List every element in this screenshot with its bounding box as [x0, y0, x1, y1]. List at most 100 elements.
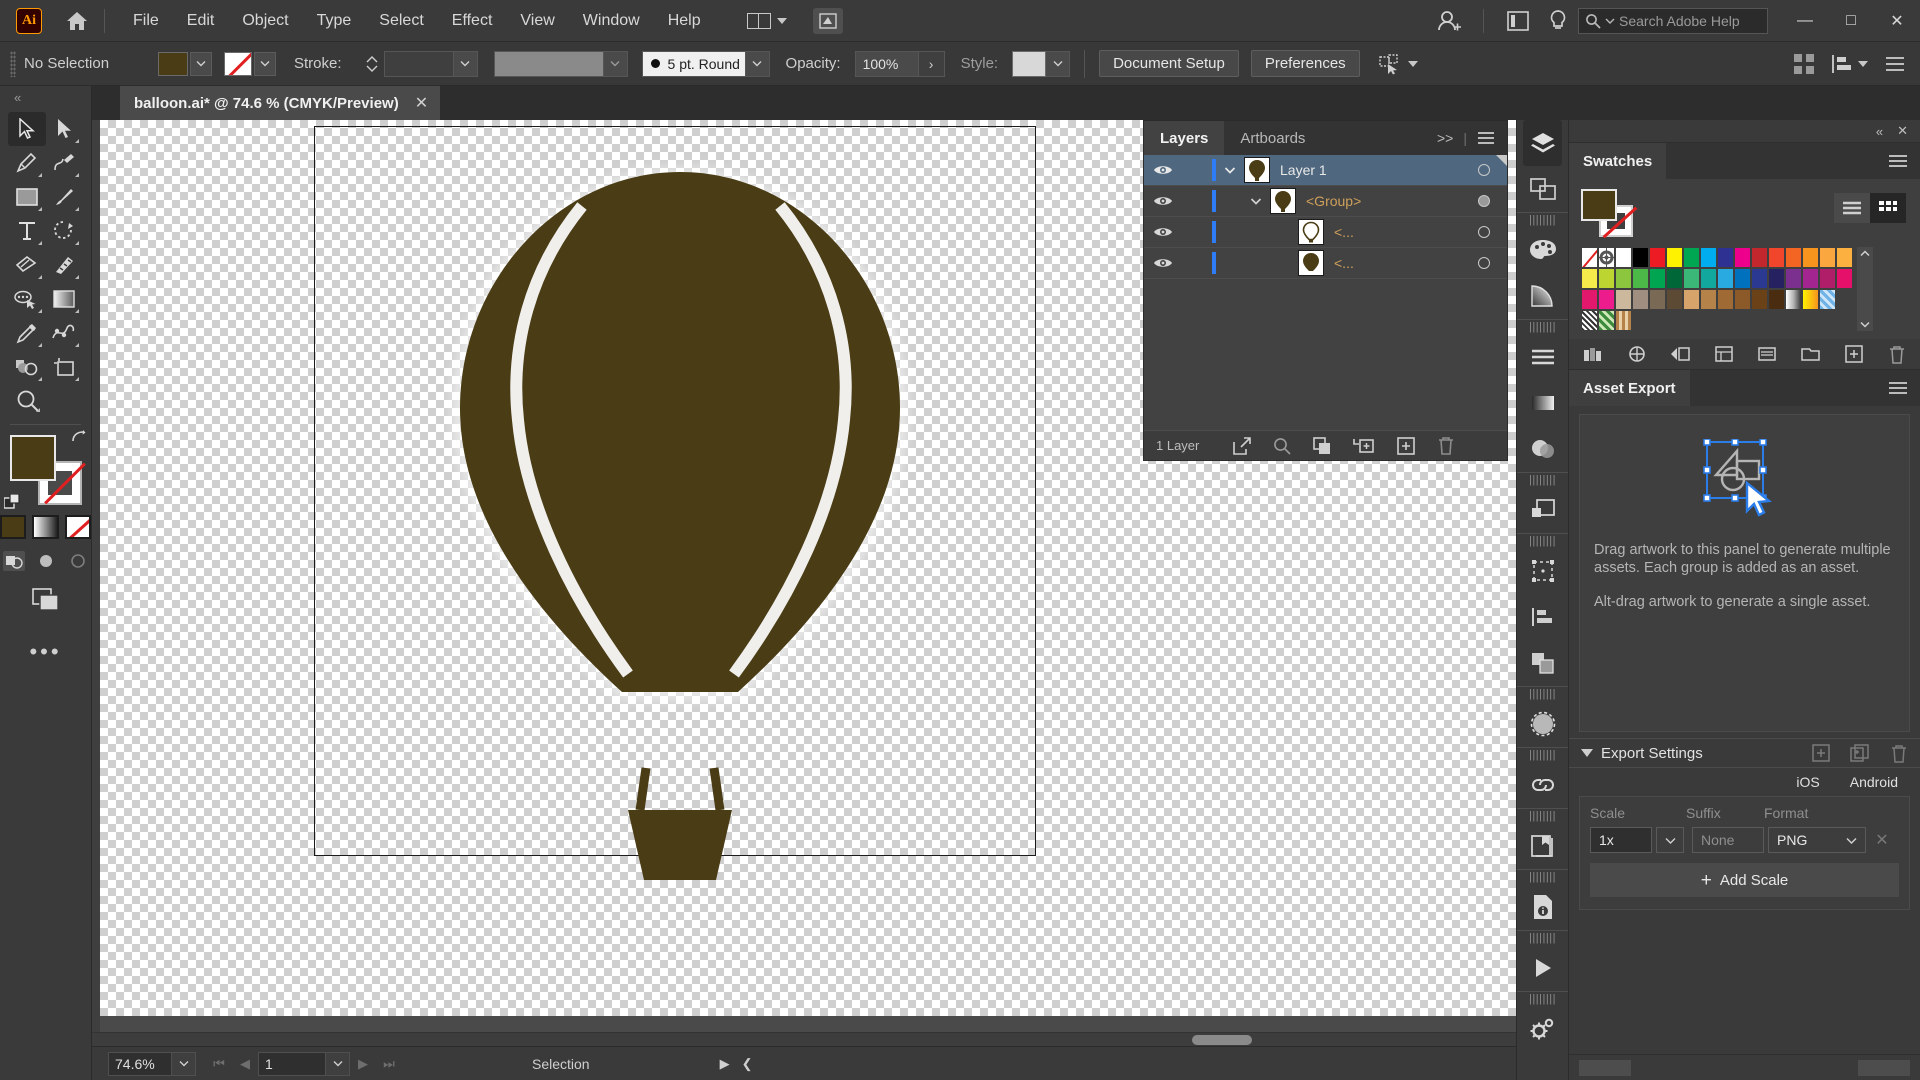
- none-fill-mode-button[interactable]: [64, 515, 91, 539]
- swatch-cell[interactable]: [1649, 289, 1666, 310]
- stroke-weight-stepper[interactable]: [364, 51, 380, 77]
- swatch-cell[interactable]: [1683, 268, 1700, 289]
- swatch-cell[interactable]: [1615, 310, 1632, 331]
- toolbar-collapse-handle[interactable]: «: [0, 86, 91, 108]
- swatch-cell[interactable]: [1768, 289, 1785, 310]
- app-logo-icon[interactable]: Ai: [16, 7, 42, 34]
- align-icon[interactable]: [1517, 594, 1568, 640]
- swatch-libraries-icon[interactable]: [1583, 346, 1603, 362]
- target-indicator[interactable]: [1461, 257, 1507, 269]
- expand-panel-icon[interactable]: >>: [1437, 130, 1453, 146]
- type-tool[interactable]: [8, 214, 46, 248]
- delete-swatch-icon[interactable]: [1888, 345, 1906, 364]
- swatch-cell[interactable]: [1802, 268, 1819, 289]
- fill-swatch[interactable]: [158, 51, 188, 76]
- draw-inside-button[interactable]: [67, 551, 89, 571]
- rail-group-grip[interactable]: ||||||||: [1517, 687, 1568, 701]
- color-palette-icon[interactable]: [1517, 227, 1568, 273]
- menu-hamburger-icon[interactable]: [1884, 54, 1906, 74]
- paintbrush-tool[interactable]: [46, 180, 84, 214]
- swatch-cell[interactable]: [1598, 310, 1615, 331]
- swatch-cell[interactable]: [1734, 268, 1751, 289]
- curvature-tool[interactable]: [46, 146, 84, 180]
- scale-input[interactable]: 1x: [1590, 827, 1652, 853]
- tab-layers[interactable]: Layers: [1144, 121, 1225, 155]
- swatch-cell[interactable]: [1615, 289, 1632, 310]
- show-swatch-kinds-icon[interactable]: [1670, 345, 1691, 363]
- close-button[interactable]: ✕: [1874, 0, 1920, 42]
- triangle-down-icon[interactable]: [1581, 749, 1593, 757]
- chevron-down-icon[interactable]: [1407, 60, 1418, 67]
- stroke-color-control[interactable]: [224, 51, 276, 76]
- layer-name[interactable]: <...: [1334, 224, 1461, 240]
- locate-object-icon[interactable]: [1273, 437, 1291, 455]
- swatch-cell[interactable]: [1649, 268, 1666, 289]
- create-new-layer-icon[interactable]: [1397, 436, 1416, 455]
- width-tool[interactable]: [8, 282, 46, 316]
- create-sublayer-icon[interactable]: [1353, 437, 1375, 455]
- rail-group-grip[interactable]: ||||||||: [1517, 473, 1568, 487]
- remove-scale-icon[interactable]: ✕: [1870, 830, 1894, 850]
- rail-group-grip[interactable]: ||||||||: [1517, 870, 1568, 884]
- document-tab[interactable]: balloon.ai* @ 74.6 % (CMYK/Preview) ✕: [120, 86, 441, 120]
- swatch-cell[interactable]: [1700, 268, 1717, 289]
- width-profile-display[interactable]: [493, 50, 604, 77]
- swatch-cell[interactable]: [1734, 247, 1751, 268]
- close-dock-icon[interactable]: ✕: [1897, 123, 1908, 139]
- preferences-button[interactable]: Preferences: [1250, 50, 1360, 77]
- target-indicator[interactable]: [1461, 226, 1507, 238]
- swatch-cell[interactable]: [1581, 268, 1598, 289]
- arrange-icon[interactable]: [1793, 53, 1815, 75]
- graphic-style-dropdown[interactable]: [1046, 50, 1071, 77]
- swap-fill-stroke-icon[interactable]: [70, 429, 86, 445]
- export-button-placeholder[interactable]: [1579, 1059, 1631, 1076]
- swatch-options-icon[interactable]: [1715, 345, 1733, 363]
- menu-item-object[interactable]: Object: [228, 6, 302, 36]
- layer-name[interactable]: Layer 1: [1280, 162, 1461, 178]
- swatch-cell[interactable]: [1683, 289, 1700, 310]
- platform-ios-button[interactable]: iOS: [1796, 774, 1819, 790]
- swatch-cell[interactable]: [1581, 289, 1598, 310]
- edit-toolbar-button[interactable]: •••: [0, 639, 91, 665]
- transform-icon[interactable]: [1517, 548, 1568, 594]
- stroke-dropdown-button[interactable]: [254, 51, 276, 76]
- maximize-button[interactable]: □: [1828, 0, 1874, 42]
- workspace-switcher-icon[interactable]: [1498, 0, 1538, 42]
- actions-icon[interactable]: [1517, 945, 1568, 991]
- swatch-cell[interactable]: [1615, 268, 1632, 289]
- swatch-cell[interactable]: [1598, 247, 1615, 268]
- tab-swatches[interactable]: Swatches: [1569, 143, 1667, 179]
- selection-tool[interactable]: [8, 112, 46, 146]
- menu-item-view[interactable]: View: [506, 6, 568, 36]
- menu-item-window[interactable]: Window: [569, 6, 654, 36]
- menu-item-file[interactable]: File: [119, 6, 173, 36]
- gradient-fill-mode-button[interactable]: [32, 515, 59, 539]
- scale-dropdown-button[interactable]: [1656, 827, 1684, 853]
- color-fill-mode-button[interactable]: [0, 515, 27, 539]
- search-input[interactable]: Search Adobe Help: [1619, 13, 1740, 29]
- last-artboard-button[interactable]: ⏭: [376, 1052, 402, 1076]
- first-artboard-button[interactable]: ⏮: [206, 1052, 232, 1076]
- rail-group-grip[interactable]: ||||||||: [1517, 213, 1568, 227]
- fill-color-control[interactable]: [158, 51, 212, 76]
- export-settings-header[interactable]: Export Settings: [1569, 738, 1920, 768]
- suffix-input[interactable]: None: [1692, 827, 1764, 853]
- visibility-eye-icon[interactable]: [1144, 256, 1182, 270]
- stroke-swatch-none[interactable]: [224, 51, 252, 76]
- brush-definition-dropdown[interactable]: [745, 50, 770, 77]
- swatch-cell[interactable]: [1751, 289, 1768, 310]
- gradient-icon[interactable]: [1517, 380, 1568, 426]
- width-profile-dropdown[interactable]: [603, 50, 628, 77]
- swatch-cell[interactable]: [1717, 268, 1734, 289]
- draw-normal-button[interactable]: [2, 551, 25, 571]
- search-box[interactable]: Search Adobe Help: [1578, 7, 1768, 34]
- artboard-number-control[interactable]: 1: [258, 1051, 350, 1076]
- eraser-tool[interactable]: [8, 248, 46, 282]
- direct-selection-tool[interactable]: [46, 112, 84, 146]
- rail-group-grip[interactable]: ||||||||: [1517, 320, 1568, 334]
- swatch-cell[interactable]: [1632, 268, 1649, 289]
- swatches-panel-menu[interactable]: [1888, 143, 1920, 179]
- menu-item-help[interactable]: Help: [654, 6, 715, 36]
- make-clipping-mask-icon[interactable]: [1313, 436, 1331, 455]
- menu-item-edit[interactable]: Edit: [173, 6, 229, 36]
